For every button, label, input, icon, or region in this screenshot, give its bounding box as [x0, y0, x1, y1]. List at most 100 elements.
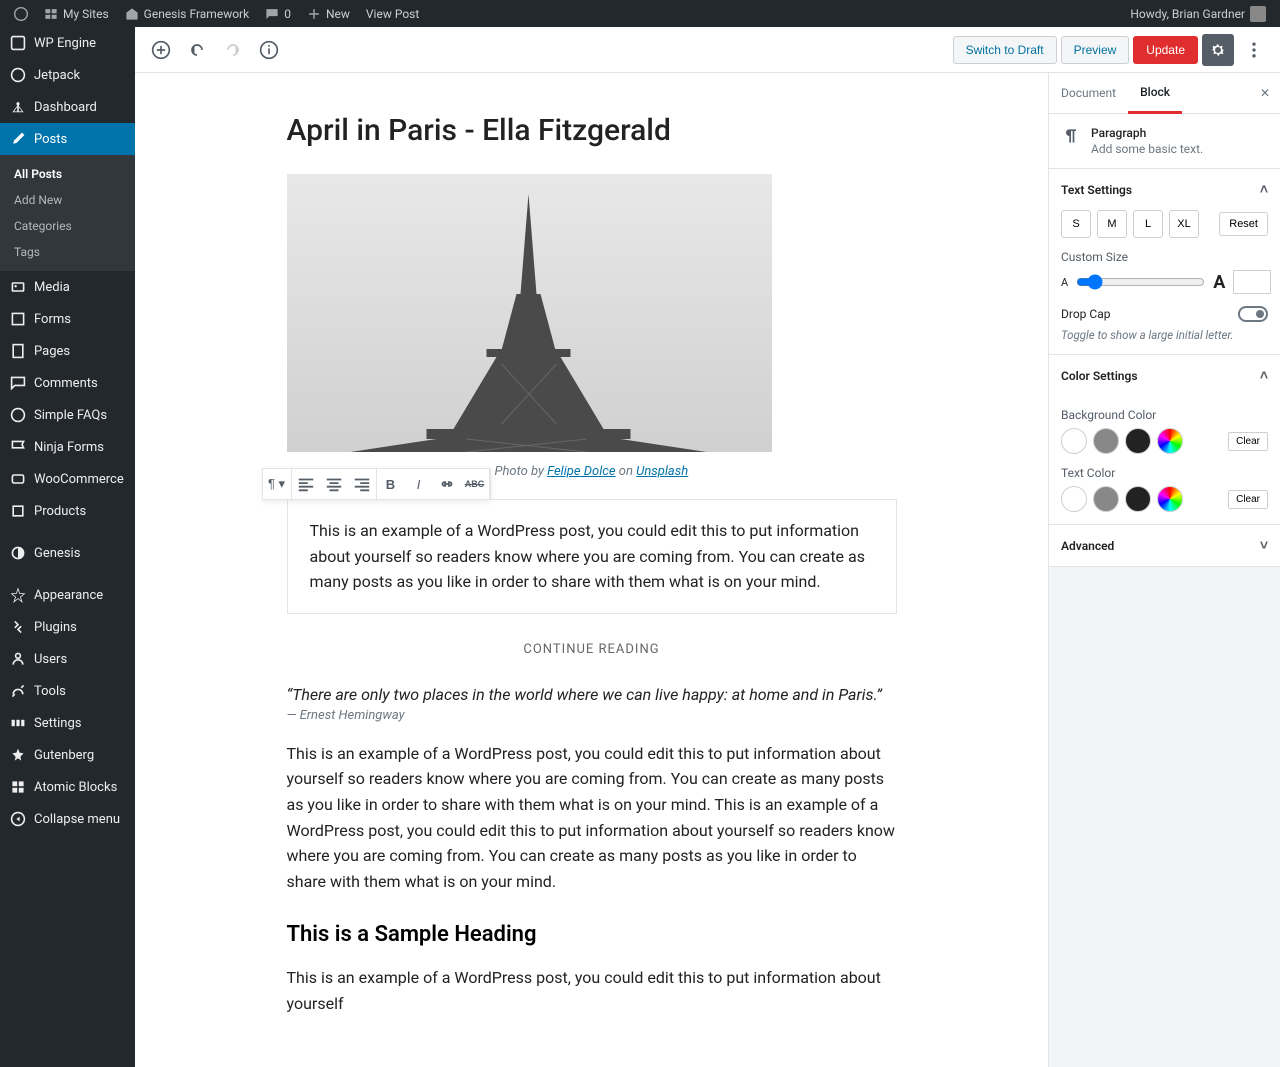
add-block-button[interactable] [145, 34, 177, 66]
featured-image[interactable] [287, 174, 772, 452]
align-left-button[interactable] [292, 469, 320, 499]
tab-block[interactable]: Block [1128, 73, 1182, 114]
paragraph[interactable]: This is an example of a WordPress post, … [287, 741, 897, 895]
block-subtitle: Add some basic text. [1091, 142, 1203, 156]
comments-link[interactable]: 0 [257, 0, 299, 27]
swatch-gray[interactable] [1093, 428, 1119, 454]
size-xl-button[interactable]: XL [1169, 210, 1199, 238]
strikethrough-button[interactable]: ABC [461, 469, 489, 499]
quote-text[interactable]: “There are only two places in the world … [287, 685, 897, 704]
block-type-button[interactable]: ¶ ▾ [263, 469, 291, 499]
text-clear-button[interactable]: Clear [1228, 490, 1268, 509]
bg-clear-button[interactable]: Clear [1228, 432, 1268, 451]
preview-button[interactable]: Preview [1061, 36, 1130, 64]
sidebar-item-simple-faqs[interactable]: Simple FAQs [0, 399, 135, 431]
update-button[interactable]: Update [1133, 36, 1198, 64]
panel-color-settings[interactable]: Color Settings˄ [1049, 355, 1280, 396]
chevron-up-icon: ˄ [1260, 367, 1268, 384]
settings-toggle[interactable] [1202, 34, 1234, 66]
undo-button[interactable] [181, 34, 213, 66]
heading[interactable]: This is a Sample Heading [287, 922, 897, 947]
size-s-button[interactable]: S [1061, 210, 1091, 238]
admin-bar: My Sites Genesis Framework 0 New View Po… [0, 0, 1280, 27]
sidebar-item-pages[interactable]: Pages [0, 335, 135, 367]
menu-icon [10, 99, 26, 115]
more-menu-button[interactable] [1238, 34, 1270, 66]
sidebar-item-appearance[interactable]: Appearance [0, 579, 135, 611]
text-color-label: Text Color [1061, 466, 1268, 480]
chevron-up-icon: ˄ [1260, 181, 1268, 198]
sidebar-item-atomic-blocks[interactable]: Atomic Blocks [0, 771, 135, 803]
custom-size-input[interactable] [1233, 270, 1271, 294]
swatch-black[interactable] [1125, 428, 1151, 454]
paragraph[interactable]: This is an example of a WordPress post, … [287, 965, 897, 1016]
switch-draft-button[interactable]: Switch to Draft [953, 36, 1057, 64]
sidebar-item-forms[interactable]: Forms [0, 303, 135, 335]
sidebar-item-woocommerce[interactable]: WooCommerce [0, 463, 135, 495]
post-title[interactable]: April in Paris - Ella Fitzgerald [287, 113, 897, 148]
sidebar-item-settings[interactable]: Settings [0, 707, 135, 739]
sidebar-sub-categories[interactable]: Categories [0, 213, 135, 239]
custom-size-slider[interactable] [1076, 274, 1205, 290]
continue-reading[interactable]: CONTINUE READING [287, 642, 897, 657]
redo-button[interactable] [217, 34, 249, 66]
swatch-gray[interactable] [1093, 486, 1119, 512]
align-center-button[interactable] [320, 469, 348, 499]
sidebar-item-posts[interactable]: Posts [0, 123, 135, 155]
quote-citation[interactable]: — Ernest Hemingway [287, 708, 897, 723]
sidebar-item-wp-engine[interactable]: WP Engine [0, 27, 135, 59]
info-button[interactable] [253, 34, 285, 66]
sidebar-item-ninja-forms[interactable]: Ninja Forms [0, 431, 135, 463]
my-sites[interactable]: My Sites [36, 0, 117, 27]
italic-button[interactable]: I [405, 469, 433, 499]
align-right-button[interactable] [348, 469, 376, 499]
sidebar-item-collapse-menu[interactable]: Collapse menu [0, 803, 135, 835]
sidebar-item-products[interactable]: Products [0, 495, 135, 527]
drop-cap-toggle[interactable] [1238, 306, 1268, 322]
editor: Switch to Draft Preview Update April in … [135, 27, 1280, 1067]
bg-color-label: Background Color [1061, 408, 1268, 422]
link-button[interactable] [433, 469, 461, 499]
sidebar-item-tools[interactable]: Tools [0, 675, 135, 707]
view-post-link[interactable]: View Post [358, 0, 427, 27]
size-m-button[interactable]: M [1097, 210, 1127, 238]
menu-icon [10, 375, 26, 391]
sidebar-item-dashboard[interactable]: Dashboard [0, 91, 135, 123]
howdy[interactable]: Howdy, Brian Gardner [1122, 0, 1274, 27]
swatch-black[interactable] [1125, 486, 1151, 512]
panel-advanced[interactable]: Advanced˅ [1049, 525, 1280, 566]
bold-button[interactable]: B [377, 469, 405, 499]
sidebar-item-plugins[interactable]: Plugins [0, 611, 135, 643]
site-link[interactable]: Genesis Framework [117, 0, 258, 27]
swatch-white[interactable] [1061, 428, 1087, 454]
caption-source-link[interactable]: Unsplash [636, 464, 688, 479]
close-inspector-button[interactable]: ✕ [1250, 76, 1280, 110]
swatch-custom[interactable] [1157, 428, 1183, 454]
tab-document[interactable]: Document [1049, 74, 1128, 112]
menu-icon [10, 811, 26, 827]
caption-author-link[interactable]: Felipe Dolce [547, 464, 615, 479]
paragraph-block[interactable]: This is an example of a WordPress post, … [287, 499, 897, 614]
small-a-icon: A [1061, 276, 1068, 289]
swatch-white[interactable] [1061, 486, 1087, 512]
block-description: Paragraph Add some basic text. [1049, 114, 1280, 168]
menu-icon [10, 715, 26, 731]
sidebar-item-media[interactable]: Media [0, 271, 135, 303]
sidebar-sub-all-posts[interactable]: All Posts [0, 161, 135, 187]
image-caption[interactable]: Photo by Felipe Dolce on Unsplash [495, 464, 689, 479]
swatch-custom[interactable] [1157, 486, 1183, 512]
sidebar-item-gutenberg[interactable]: Gutenberg [0, 739, 135, 771]
sidebar-item-users[interactable]: Users [0, 643, 135, 675]
menu-icon [10, 747, 26, 763]
new-link[interactable]: New [299, 0, 358, 27]
wp-logo[interactable] [6, 0, 36, 27]
reset-size-button[interactable]: Reset [1219, 212, 1268, 236]
sidebar-sub-add-new[interactable]: Add New [0, 187, 135, 213]
size-l-button[interactable]: L [1133, 210, 1163, 238]
large-a-icon: A [1213, 272, 1225, 293]
sidebar-item-comments[interactable]: Comments [0, 367, 135, 399]
sidebar-item-jetpack[interactable]: Jetpack [0, 59, 135, 91]
sidebar-item-genesis[interactable]: Genesis [0, 537, 135, 569]
sidebar-sub-tags[interactable]: Tags [0, 239, 135, 265]
panel-text-settings[interactable]: Text Settings˄ [1049, 169, 1280, 210]
